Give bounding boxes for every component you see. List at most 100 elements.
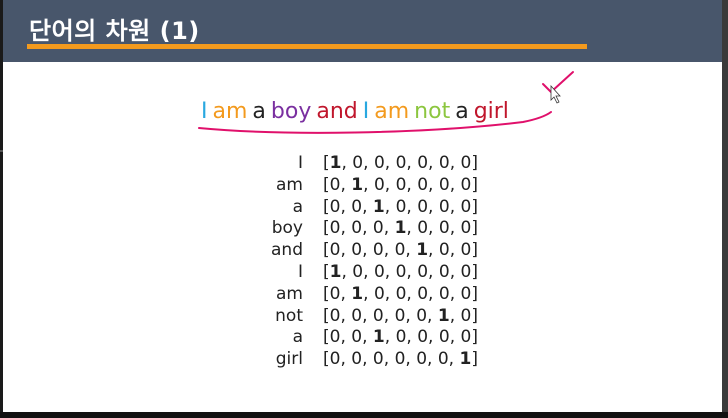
- vector-value: 0: [394, 349, 406, 370]
- vector-value: 0: [394, 240, 406, 261]
- one-hot-vector: [1, 0, 0, 0, 0, 0, 0]: [323, 261, 478, 282]
- vector-value: 0: [329, 349, 341, 370]
- vector-value: 0: [373, 174, 385, 195]
- one-hot-vector: [0, 0, 0, 0, 0, 0, 1]: [323, 349, 478, 370]
- vector-value: 0: [460, 153, 472, 173]
- one-hot-vector: [0, 0, 1, 0, 0, 0, 0]: [323, 196, 478, 217]
- vector-value: 0: [417, 327, 429, 348]
- vector-value: 0: [351, 240, 363, 261]
- vector-value: 0: [373, 283, 385, 304]
- hot-value: 1: [372, 327, 385, 348]
- encoding-row: am [0, 1, 0, 0, 0, 0, 0]: [3, 174, 728, 196]
- one-hot-vector: [0, 0, 1, 0, 0, 0, 0]: [323, 327, 478, 348]
- vector-value: 0: [395, 153, 407, 173]
- vector-value: 0: [417, 174, 429, 195]
- vector-value: 0: [438, 261, 450, 282]
- vector-value: 0: [352, 261, 364, 282]
- vector-value: 0: [437, 349, 449, 370]
- vector-value: 0: [351, 349, 363, 370]
- vector-value: 0: [329, 218, 341, 239]
- encoding-word: not: [275, 305, 303, 326]
- vector-value: 0: [460, 305, 472, 326]
- vector-value: 0: [438, 240, 450, 261]
- encoding-word: girl: [275, 349, 303, 370]
- one-hot-vector: [0, 1, 0, 0, 0, 0, 0]: [323, 174, 478, 195]
- left-edge-mark: [0, 150, 3, 152]
- one-hot-vector: [1, 0, 0, 0, 0, 0, 0]: [323, 153, 478, 173]
- one-hot-vector: [0, 1, 0, 0, 0, 0, 0]: [323, 283, 478, 304]
- encoding-row: am [0, 1, 0, 0, 0, 0, 0]: [3, 283, 728, 305]
- vector-value: 0: [372, 240, 384, 261]
- vector-value: 0: [438, 283, 450, 304]
- hot-value: 1: [351, 174, 364, 195]
- one-hot-vector: [0, 0, 0, 0, 0, 1, 0]: [323, 305, 478, 326]
- hot-value: 1: [416, 240, 429, 261]
- window-edge: [722, 0, 728, 412]
- vector-value: 0: [373, 153, 385, 173]
- vector-value: 0: [394, 305, 406, 326]
- encoding-word: I: [297, 153, 303, 173]
- hot-value: 1: [459, 349, 472, 370]
- vector-value: 0: [438, 327, 450, 348]
- encoding-row: and [0, 0, 0, 0, 1, 0, 0]: [3, 239, 728, 261]
- encoding-word: boy: [271, 218, 303, 239]
- slide: 단어의 차원 (1) Iam a boy and Iam not a girl I [1, 0,…: [3, 0, 728, 412]
- vector-value: 0: [438, 196, 450, 217]
- encoding-word: and: [271, 240, 303, 261]
- vector-value: 0: [460, 261, 472, 282]
- vector-value: 0: [329, 196, 341, 217]
- vector-value: 0: [417, 196, 429, 217]
- vector-value: 0: [438, 174, 450, 195]
- encoding-row: girl [0, 0, 0, 0, 0, 0, 1]: [3, 348, 728, 370]
- encoding-word: I: [297, 261, 303, 282]
- vector-value: 0: [395, 174, 407, 195]
- vector-value: 0: [460, 327, 472, 348]
- vector-value: 0: [438, 153, 450, 173]
- vector-value: 0: [329, 305, 341, 326]
- vector-value: 0: [460, 196, 472, 217]
- hot-value: 1: [372, 196, 385, 217]
- vector-value: 0: [373, 261, 385, 282]
- vector-value: 0: [395, 327, 407, 348]
- vector-value: 0: [460, 218, 472, 239]
- vector-value: 0: [417, 218, 429, 239]
- vector-value: 0: [372, 218, 384, 239]
- encoding-word: a: [292, 327, 303, 348]
- vector-value: 0: [351, 218, 363, 239]
- vector-value: 0: [460, 240, 472, 261]
- encoding-word: am: [276, 174, 303, 195]
- vector-value: 0: [417, 283, 429, 304]
- window-bottom-edge: [0, 412, 728, 418]
- vector-value: 0: [329, 240, 341, 261]
- vector-value: 0: [395, 196, 407, 217]
- vector-value: 0: [329, 174, 341, 195]
- encoding-row: a [0, 0, 1, 0, 0, 0, 0]: [3, 196, 728, 218]
- encoding-word: a: [292, 196, 303, 217]
- vector-value: 0: [460, 283, 472, 304]
- vector-value: 0: [416, 349, 428, 370]
- hot-value: 1: [329, 153, 342, 173]
- encoding-row: I [1, 0, 0, 0, 0, 0, 0]: [3, 261, 728, 283]
- one-hot-vector: [0, 0, 0, 0, 1, 0, 0]: [323, 240, 478, 261]
- hot-value: 1: [394, 218, 407, 239]
- vector-value: 0: [460, 174, 472, 195]
- hot-value: 1: [351, 283, 364, 304]
- hot-value: 1: [329, 261, 342, 282]
- vector-value: 0: [417, 261, 429, 282]
- encoding-row: not [0, 0, 0, 0, 0, 1, 0]: [3, 305, 728, 327]
- vector-value: 0: [416, 305, 428, 326]
- vector-value: 0: [372, 305, 384, 326]
- vector-value: 0: [351, 196, 363, 217]
- one-hot-vector: [0, 0, 0, 1, 0, 0, 0]: [323, 218, 478, 239]
- encoding-word: am: [276, 283, 303, 304]
- checkmark-stroke: [542, 71, 574, 93]
- vector-value: 0: [351, 327, 363, 348]
- vector-value: 0: [438, 218, 450, 239]
- vector-value: 0: [329, 327, 341, 348]
- vector-value: 0: [417, 153, 429, 173]
- encoding-row: a [0, 0, 1, 0, 0, 0, 0]: [3, 326, 728, 348]
- vector-value: 0: [372, 349, 384, 370]
- vector-value: 0: [352, 153, 364, 173]
- underline-stroke: [198, 111, 552, 134]
- encoding-row: boy [0, 0, 0, 1, 0, 0, 0]: [3, 217, 728, 239]
